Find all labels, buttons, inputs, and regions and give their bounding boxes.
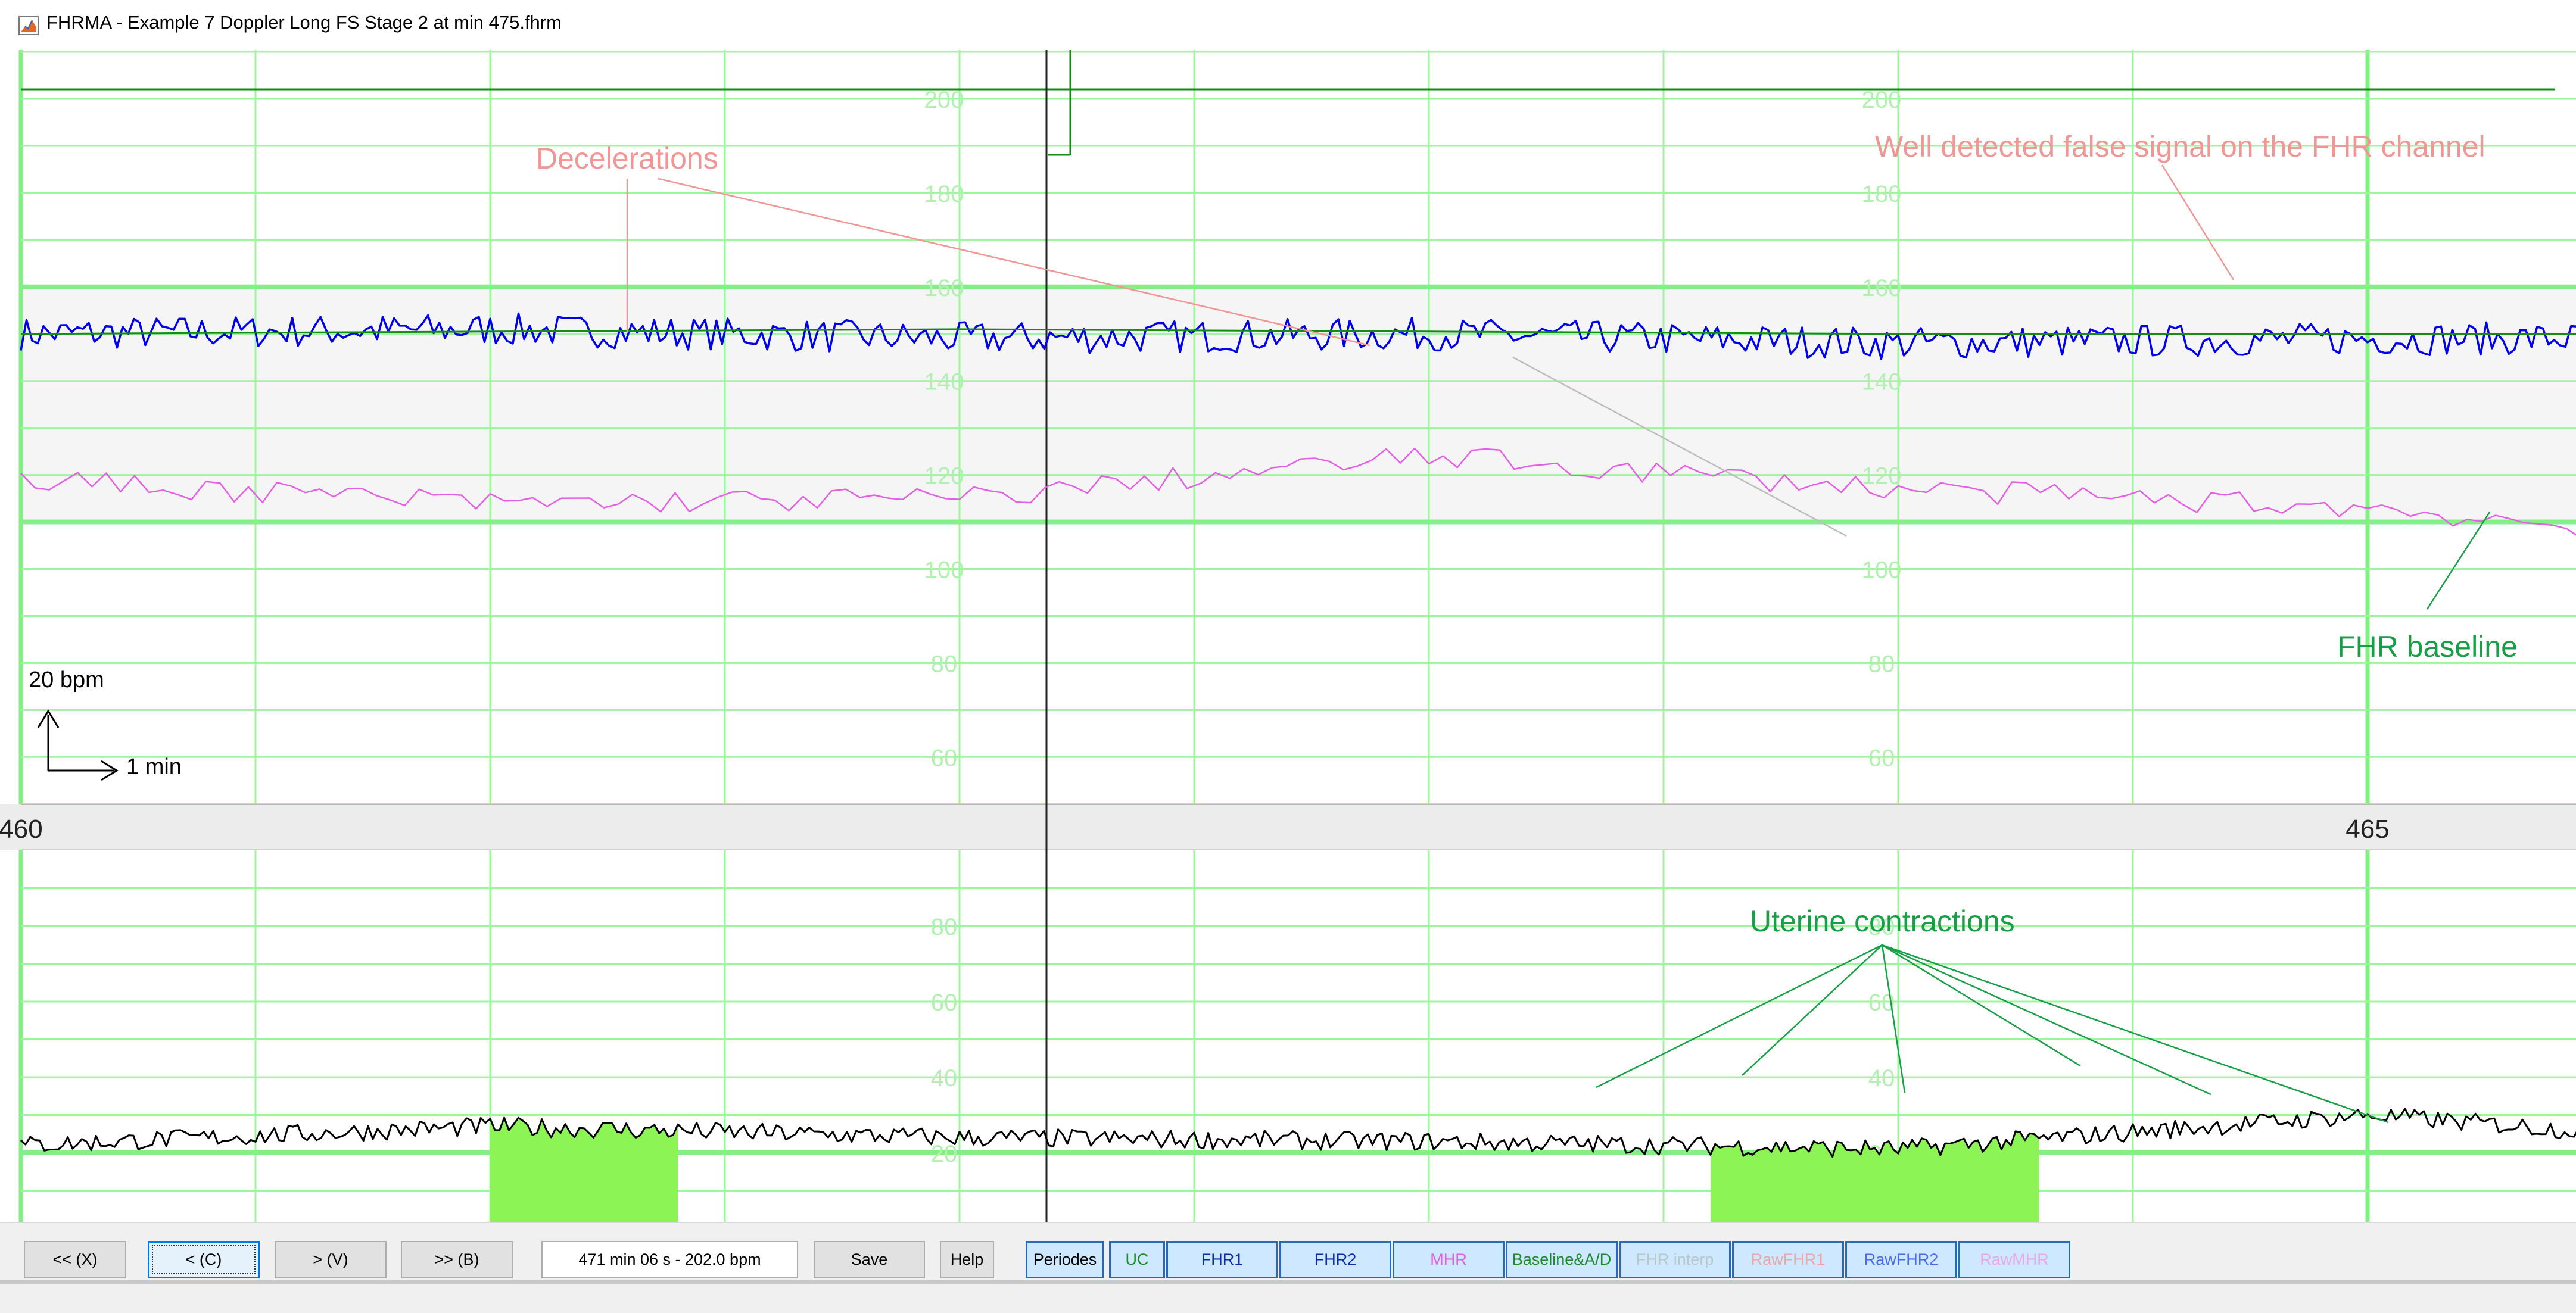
fhr-y-tick-label: 60 (1868, 745, 1895, 771)
toggle-baseline-a-d[interactable]: Baseline&A/D (1506, 1241, 1618, 1278)
fhr-y-tick-label: 80 (931, 651, 958, 677)
fhr-y-tick-label: 180 (1862, 181, 1902, 207)
annotation-decelerations: Decelerations (536, 142, 718, 175)
toggle-periodes[interactable]: Periodes (1026, 1241, 1104, 1278)
previous-page-button[interactable]: << (X) (24, 1241, 126, 1278)
fhr-y-tick-label: 140 (924, 369, 964, 395)
fhr-y-tick-label: 200 (924, 87, 964, 113)
uc-y-tick-label: 60 (931, 990, 958, 1016)
next-page-button[interactable]: >> (B) (401, 1241, 513, 1278)
toggle-rawfhr2[interactable]: RawFHR2 (1845, 1241, 1957, 1278)
help-button[interactable]: Help (940, 1241, 994, 1278)
scale-min-label: 1 min (126, 754, 182, 779)
toggle-fhr2[interactable]: FHR2 (1279, 1241, 1391, 1278)
fhr-y-tick-label: 60 (931, 745, 958, 771)
fhr-y-tick-label: 200 (1862, 87, 1902, 113)
uc-y-tick-label: 40 (931, 1065, 958, 1091)
toggle-rawmhr[interactable]: RawMHR (1958, 1241, 2070, 1278)
fhr-y-tick-label: 100 (924, 557, 964, 584)
toggle-uc[interactable]: UC (1109, 1241, 1165, 1278)
fhr-y-tick-label: 140 (1862, 369, 1902, 395)
annotation-false-signal: Well detected false signal on the FHR ch… (1875, 130, 2485, 163)
toggle-rawfhr1[interactable]: RawFHR1 (1732, 1241, 1844, 1278)
fhr-y-tick-label: 160 (1862, 275, 1902, 301)
uc-y-tick-label: 80 (931, 914, 958, 940)
fhr-y-tick-label: 80 (1868, 651, 1895, 677)
fhr-y-tick-label: 100 (1862, 557, 1902, 584)
window-titlebar: FHRMA - Example 7 Doppler Long FS Stage … (0, 0, 2576, 50)
annotation-uterine-contractions: Uterine contractions (1750, 905, 2015, 938)
fhr-y-tick-label: 160 (924, 275, 964, 301)
matlab-figure-icon (18, 16, 39, 35)
fhr-normal-band (21, 286, 2576, 522)
time-tick-label: 460 (0, 815, 43, 844)
navigation-toolbar: << (X) < (C) > (V) >> (B) 471 min 06 s -… (0, 1222, 2576, 1313)
previous-step-button[interactable]: < (C) (148, 1241, 260, 1278)
uc-y-tick-label: 40 (1868, 1065, 1895, 1091)
fhr-y-tick-label: 180 (924, 181, 964, 207)
normal-range-band (21, 286, 2576, 522)
scale-bpm-label: 20 bpm (29, 668, 104, 693)
contraction-area (490, 1118, 678, 1222)
toggle-mhr[interactable]: MHR (1393, 1241, 1505, 1278)
window-bottom-edge (0, 1280, 2576, 1284)
toggle-fhr-interp[interactable]: FHR interp (1619, 1241, 1731, 1278)
cursor-position-readout: 471 min 06 s - 202.0 bpm (541, 1241, 798, 1278)
next-step-button[interactable]: > (V) (275, 1241, 387, 1278)
fhr-y-tick-label: 120 (924, 463, 964, 489)
save-button[interactable]: Save (814, 1241, 925, 1278)
annotation-fhr-baseline: FHR baseline (2337, 630, 2518, 663)
uc-y-tick-label: 20 (931, 1141, 958, 1167)
time-axis-band (0, 804, 2576, 850)
time-tick-label: 465 (2346, 815, 2389, 844)
window-title: FHRMA - Example 7 Doppler Long FS Stage … (46, 12, 562, 33)
fhr-y-tick-label: 120 (1862, 463, 1902, 489)
toggle-fhr1[interactable]: FHR1 (1166, 1241, 1278, 1278)
recording-chart[interactable]: 200 200 180 180 160 160 140 140 120 120 100 100 80 80… (0, 50, 2576, 1222)
